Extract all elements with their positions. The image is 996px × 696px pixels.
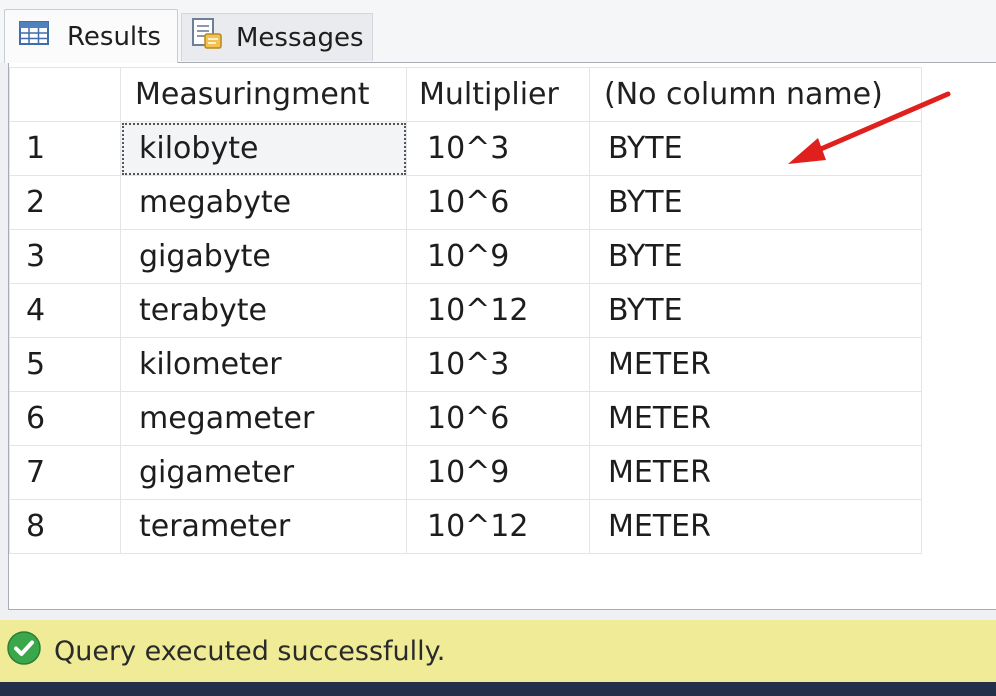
- unit-cell[interactable]: METER: [589, 445, 922, 500]
- measuringment-cell[interactable]: megameter: [120, 391, 407, 446]
- row-number[interactable]: 1: [9, 121, 121, 176]
- annotation-arrow-icon: [788, 91, 951, 164]
- tab-results[interactable]: Results: [4, 9, 178, 63]
- multiplier-cell[interactable]: 10^9: [406, 229, 590, 284]
- table-row: 4 terabyte 10^12 BYTE: [9, 283, 922, 338]
- results-tabbar: Results Messages: [0, 0, 996, 63]
- tab-messages[interactable]: Messages: [181, 13, 373, 61]
- measuringment-cell[interactable]: terameter: [120, 499, 407, 554]
- multiplier-cell[interactable]: 10^6: [406, 175, 590, 230]
- row-number[interactable]: 7: [9, 445, 121, 500]
- multiplier-cell[interactable]: 10^6: [406, 391, 590, 446]
- table-row: 6 megameter 10^6 METER: [9, 391, 922, 446]
- table-row: 3 gigabyte 10^9 BYTE: [9, 229, 922, 284]
- tab-messages-label: Messages: [236, 22, 364, 53]
- multiplier-cell[interactable]: 10^3: [406, 337, 590, 392]
- messages-icon: [190, 17, 224, 58]
- multiplier-cell[interactable]: 10^9: [406, 445, 590, 500]
- unit-cell[interactable]: METER: [589, 499, 922, 554]
- unit-cell[interactable]: METER: [589, 391, 922, 446]
- check-circle-icon: [6, 630, 42, 673]
- unit-cell[interactable]: BYTE: [589, 175, 922, 230]
- multiplier-cell[interactable]: 10^12: [406, 283, 590, 338]
- measuringment-cell[interactable]: kilometer: [120, 337, 407, 392]
- unit-cell[interactable]: BYTE: [589, 283, 922, 338]
- measuringment-cell[interactable]: terabyte: [120, 283, 407, 338]
- status-bar: Query executed successfully.: [0, 620, 996, 682]
- measuringment-cell[interactable]: gigameter: [120, 445, 407, 500]
- table-row: 7 gigameter 10^9 METER: [9, 445, 922, 500]
- bottom-strip: [0, 682, 996, 696]
- grid-icon: [19, 21, 49, 52]
- row-number-header[interactable]: [9, 67, 121, 122]
- unit-cell[interactable]: METER: [589, 337, 922, 392]
- unit-cell[interactable]: BYTE: [589, 229, 922, 284]
- row-number[interactable]: 3: [9, 229, 121, 284]
- multiplier-cell[interactable]: 10^12: [406, 499, 590, 554]
- status-text: Query executed successfully.: [54, 635, 446, 667]
- table-row: 5 kilometer 10^3 METER: [9, 337, 922, 392]
- row-number[interactable]: 5: [9, 337, 121, 392]
- row-number[interactable]: 8: [9, 499, 121, 554]
- measuringment-cell[interactable]: gigabyte: [120, 229, 407, 284]
- row-number[interactable]: 4: [9, 283, 121, 338]
- table-row: 8 terameter 10^12 METER: [9, 499, 922, 554]
- column-header-multiplier[interactable]: Multiplier: [406, 67, 590, 122]
- row-number[interactable]: 2: [9, 175, 121, 230]
- row-number[interactable]: 6: [9, 391, 121, 446]
- column-header-measuringment[interactable]: Measuringment: [120, 67, 407, 122]
- selected-cell[interactable]: kilobyte: [120, 121, 407, 176]
- tab-results-label: Results: [67, 21, 161, 52]
- measuringment-cell[interactable]: megabyte: [120, 175, 407, 230]
- table-row: 2 megabyte 10^6 BYTE: [9, 175, 922, 230]
- multiplier-cell[interactable]: 10^3: [406, 121, 590, 176]
